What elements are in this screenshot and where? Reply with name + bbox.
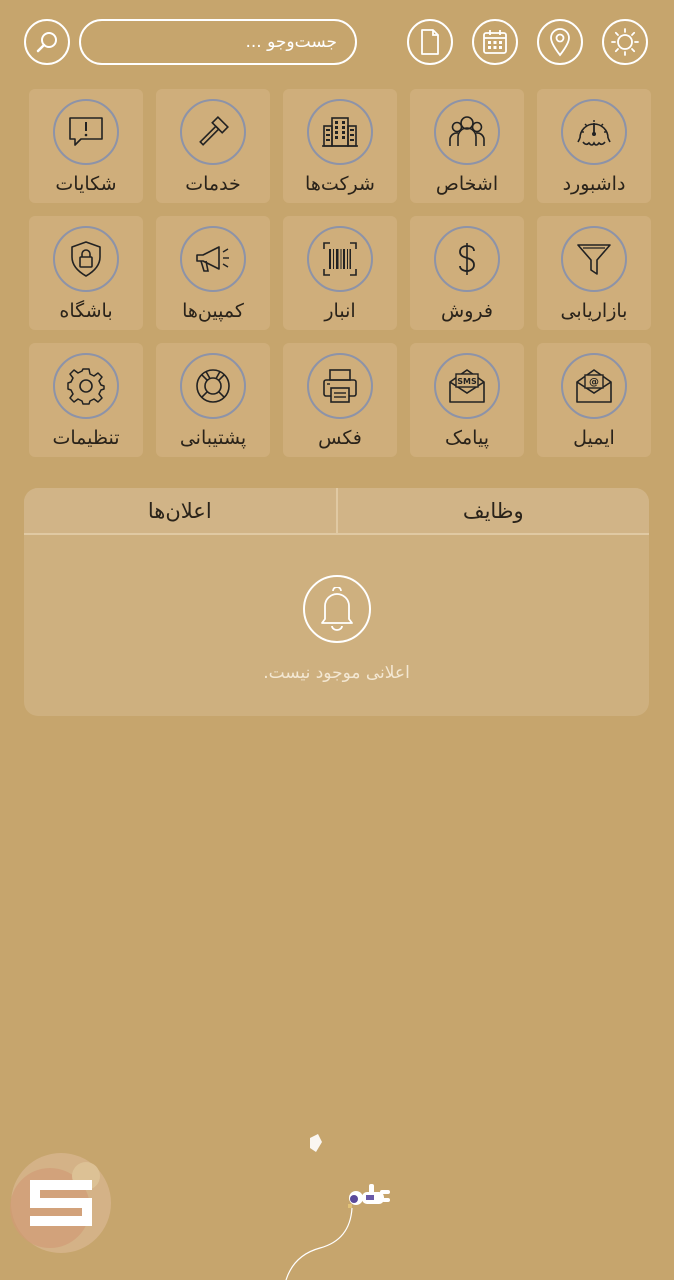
- location-button[interactable]: [537, 19, 583, 65]
- shield-lock-icon: [71, 241, 101, 277]
- dollar-icon: [459, 243, 475, 275]
- tile-label: باشگاه: [59, 300, 113, 322]
- gear-icon: [67, 368, 105, 405]
- tile-club[interactable]: باشگاه: [29, 216, 143, 330]
- bell-icon-ring: [302, 575, 371, 643]
- tile-icon-ring: [53, 353, 119, 419]
- search-button[interactable]: [24, 19, 70, 65]
- building-icon: [322, 117, 358, 147]
- tile-support[interactable]: پشتیبانی: [156, 343, 270, 457]
- tab-tasks[interactable]: وظایف: [337, 488, 649, 533]
- tile-icon-ring: [180, 99, 246, 165]
- brand-logo: [10, 1153, 111, 1253]
- empty-message: اعلانی موجود نیست.: [263, 663, 410, 683]
- panel-tabs: وظایف اعلان‌ها: [24, 488, 649, 535]
- astronaut-illustration: [285, 1134, 390, 1280]
- tile-icon-ring: [307, 99, 373, 165]
- svg-text:@: @: [589, 377, 599, 388]
- tile-icon-ring: [434, 226, 500, 292]
- sun-icon: [611, 28, 639, 56]
- document-button[interactable]: [407, 19, 453, 65]
- tile-label: فروش: [441, 300, 493, 322]
- complaint-bubble-icon: [69, 117, 103, 146]
- document-icon: [421, 29, 439, 55]
- tile-people[interactable]: اشخاص: [410, 89, 524, 203]
- location-pin-icon: [550, 28, 570, 57]
- tile-label: تنظیمات: [52, 427, 120, 449]
- tile-label: شکایات: [55, 173, 117, 195]
- megaphone-icon: [196, 246, 229, 272]
- tile-label: پشتیبانی: [179, 427, 247, 449]
- tile-label: ایمیل: [573, 427, 615, 449]
- app-grid: داشبورد اشخاص: [29, 89, 651, 457]
- barcode-icon: [323, 242, 357, 276]
- tile-icon-ring: @: [561, 353, 627, 419]
- tile-icon-ring: [561, 226, 627, 292]
- tile-services[interactable]: خدمات: [156, 89, 270, 203]
- search-field[interactable]: [79, 19, 357, 65]
- tile-icon-ring: [180, 226, 246, 292]
- tile-icon-ring: [434, 99, 500, 165]
- email-icon: @: [576, 369, 612, 403]
- tile-icon-ring: SMS: [434, 353, 500, 419]
- calendar-icon: [483, 30, 507, 54]
- empty-state: اعلانی موجود نیست.: [24, 535, 649, 683]
- tile-label: پیامک: [445, 427, 489, 449]
- notifications-panel: وظایف اعلان‌ها اعلانی موجود نیست.: [24, 488, 649, 716]
- svg-text:SMS: SMS: [457, 377, 477, 386]
- speedometer-icon: [577, 120, 611, 146]
- tile-companies[interactable]: شرکت‌ها: [283, 89, 397, 203]
- hammer-icon: [199, 116, 229, 146]
- theme-toggle-button[interactable]: [602, 19, 648, 65]
- tile-label: اشخاص: [435, 173, 499, 195]
- tile-label: فکس: [318, 427, 362, 449]
- funnel-icon: [577, 244, 611, 275]
- tile-warehouse[interactable]: انبار: [283, 216, 397, 330]
- tab-announcements[interactable]: اعلان‌ها: [24, 488, 338, 533]
- tile-email[interactable]: @ ایمیل: [537, 343, 651, 457]
- tile-icon-ring: [561, 99, 627, 165]
- fax-icon: [323, 369, 357, 403]
- calendar-button[interactable]: [472, 19, 518, 65]
- people-icon: [449, 116, 485, 146]
- tile-label: کمپین‌ها: [182, 300, 244, 322]
- tile-sms[interactable]: SMS پیامک: [410, 343, 524, 457]
- tile-icon-ring: [180, 353, 246, 419]
- search-input[interactable]: [81, 32, 337, 52]
- tile-label: انبار: [324, 300, 356, 322]
- bell-icon: [320, 587, 353, 631]
- tile-sales[interactable]: فروش: [410, 216, 524, 330]
- top-bar: [0, 0, 674, 90]
- search-icon: [36, 32, 57, 53]
- tile-campaigns[interactable]: کمپین‌ها: [156, 216, 270, 330]
- tile-icon-ring: [53, 226, 119, 292]
- tile-label: داشبورد: [562, 173, 626, 195]
- tile-label: شرکت‌ها: [305, 173, 375, 195]
- tile-marketing[interactable]: بازاریابی: [537, 216, 651, 330]
- tile-icon-ring: [307, 226, 373, 292]
- tile-label: خدمات: [185, 173, 241, 195]
- tile-fax[interactable]: فکس: [283, 343, 397, 457]
- lifebuoy-icon: [196, 369, 230, 403]
- tile-icon-ring: [53, 99, 119, 165]
- tile-settings[interactable]: تنظیمات: [29, 343, 143, 457]
- tile-icon-ring: [307, 353, 373, 419]
- sms-icon: SMS: [449, 369, 485, 403]
- tile-dashboard[interactable]: داشبورد: [537, 89, 651, 203]
- tile-label: بازاریابی: [560, 300, 628, 322]
- tile-complaints[interactable]: شکایات: [29, 89, 143, 203]
